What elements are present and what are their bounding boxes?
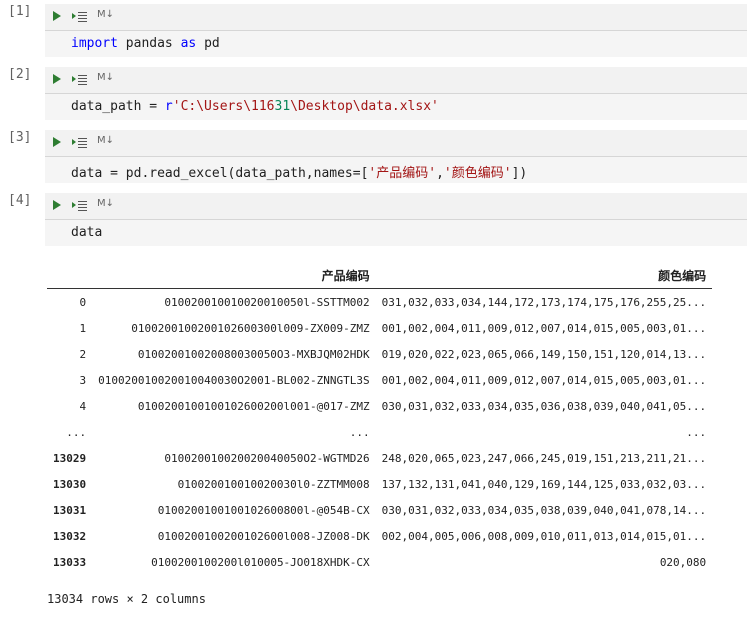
table-row: 13029 010020010020020040050O2-WGTMD26 248,… (47, 445, 712, 471)
table-cell: 001,002,004,011,009,012,007,014,015,005,… (381, 373, 707, 387)
run-below-icon[interactable] (72, 137, 88, 149)
table-row: 13033 0100200100200l010005-JO018XHDK-CX 02… (47, 549, 712, 575)
row-index: 3 (79, 373, 87, 387)
code-line: import pandas as pd (71, 36, 220, 51)
table-row: ......... (47, 419, 712, 445)
row-index: 13031 (53, 503, 87, 517)
dataframe-summary: 13034 rows × 2 columns (47, 592, 206, 606)
cell-toolbar: M↓ (45, 67, 747, 93)
column-header: 颜色编码 (658, 268, 707, 283)
code-editor[interactable]: data = pd.read_excel(data_path,names=['产… (45, 156, 747, 183)
table-cell: 0100200100200l010005-JO018XHDK-CX (151, 555, 370, 569)
table-cell: 010020010020010040030O2001-BL002-ZNNGTL3… (98, 373, 370, 387)
table-cell: 030,031,032,033,034,035,036,038,039,040,… (381, 399, 707, 413)
table-cell: 010020010020020040050O2-WGTMD26 (164, 451, 370, 465)
row-index: 1 (79, 321, 87, 335)
markdown-toggle[interactable]: M↓ (97, 135, 114, 146)
table-cell: 019,020,022,023,065,066,149,150,151,120,… (381, 347, 707, 361)
execution-count: [4] (8, 193, 32, 208)
table-body: 0 010020010010020010050l-SSTTM002 031,032,… (47, 289, 712, 576)
table-row: 3 010020010020010040030O2001-BL002-ZNNGTL… (47, 367, 712, 393)
table-cell: 010020010010020010050l-SSTTM002 (164, 295, 370, 309)
table-cell: 248,020,065,023,247,066,245,019,151,213,… (381, 451, 707, 465)
index-header (47, 262, 92, 289)
run-below-icon[interactable] (72, 200, 88, 212)
table-cell: ... (686, 425, 707, 439)
run-cell-icon[interactable] (53, 200, 61, 210)
execution-count: [1] (8, 4, 32, 19)
table-cell: 0100200100100102600200l001-@017-ZMZ (137, 399, 370, 413)
table-cell: 020,080 (659, 555, 707, 569)
cell-toolbar: M↓ (45, 130, 747, 156)
table-cell: 002,004,005,006,008,009,010,011,013,014,… (381, 529, 707, 543)
dataframe-output: 产品编码 颜色编码 0 010020010010020010050l-SSTTM0… (47, 262, 713, 576)
code-line: data = pd.read_excel(data_path,names=['产… (71, 166, 528, 181)
row-index: 13033 (53, 555, 87, 569)
run-below-icon[interactable] (72, 74, 88, 86)
table-cell: 001,002,004,011,009,012,007,014,015,005,… (381, 321, 707, 335)
run-cell-icon[interactable] (53, 74, 61, 84)
row-index: 13030 (53, 477, 87, 491)
column-header: 产品编码 (321, 268, 370, 283)
code-line: data_path = r'C:\Users\11631\Desktop\dat… (71, 99, 439, 114)
table-cell: 031,032,033,034,144,172,173,174,175,176,… (381, 295, 707, 309)
table-row: 0 010020010010020010050l-SSTTM002 031,032,… (47, 289, 712, 316)
run-cell-icon[interactable] (53, 11, 61, 21)
code-editor[interactable]: data (45, 219, 747, 246)
run-cell-icon[interactable] (53, 137, 61, 147)
row-index: 13029 (53, 451, 87, 465)
table-cell: 0100200100200102600l008-JZ008-DK (157, 529, 370, 543)
table-cell: 0100200100200102600300l009-ZX009-ZMZ (131, 321, 370, 335)
execution-count: [3] (8, 130, 32, 145)
code-line: data (71, 225, 103, 240)
table-row: 2 010020010020080030050O3-MXBJQM02HDK 019,… (47, 341, 712, 367)
row-index: 0 (79, 295, 87, 309)
cell-toolbar: M↓ (45, 4, 747, 30)
row-index: ... (66, 425, 87, 439)
table-cell: ... (349, 425, 370, 439)
markdown-toggle[interactable]: M↓ (97, 72, 114, 83)
row-index: 2 (79, 347, 87, 361)
table-cell: 010020010020080030050O3-MXBJQM02HDK (137, 347, 370, 361)
code-editor[interactable]: data_path = r'C:\Users\11631\Desktop\dat… (45, 93, 747, 120)
table-row: 4 0100200100100102600200l001-@017-ZMZ 030,… (47, 393, 712, 419)
execution-count: [2] (8, 67, 32, 82)
table-cell: 030,031,032,033,034,035,038,039,040,041,… (381, 503, 707, 517)
run-below-icon[interactable] (72, 11, 88, 23)
table-cell: 010020010010020030l0-ZZTMM008 (177, 477, 370, 491)
cell-toolbar: M↓ (45, 193, 747, 219)
table-row: 1 0100200100200102600300l009-ZX009-ZMZ 001… (47, 315, 712, 341)
row-index: 13032 (53, 529, 87, 543)
markdown-toggle[interactable]: M↓ (97, 9, 114, 20)
markdown-toggle[interactable]: M↓ (97, 198, 114, 209)
table-row: 13031 0100200100100102600800l-@054B-CX 030… (47, 497, 712, 523)
table-cell: 137,132,131,041,040,129,169,144,125,033,… (381, 477, 707, 491)
row-index: 4 (79, 399, 87, 413)
table-header-row: 产品编码 颜色编码 (47, 262, 713, 289)
table-row: 13032 0100200100200102600l008-JZ008-DK 002… (47, 523, 712, 549)
table-row: 13030 010020010010020030l0-ZZTMM008 137,13… (47, 471, 712, 497)
table-cell: 0100200100100102600800l-@054B-CX (157, 503, 370, 517)
code-editor[interactable]: import pandas as pd (45, 30, 747, 57)
